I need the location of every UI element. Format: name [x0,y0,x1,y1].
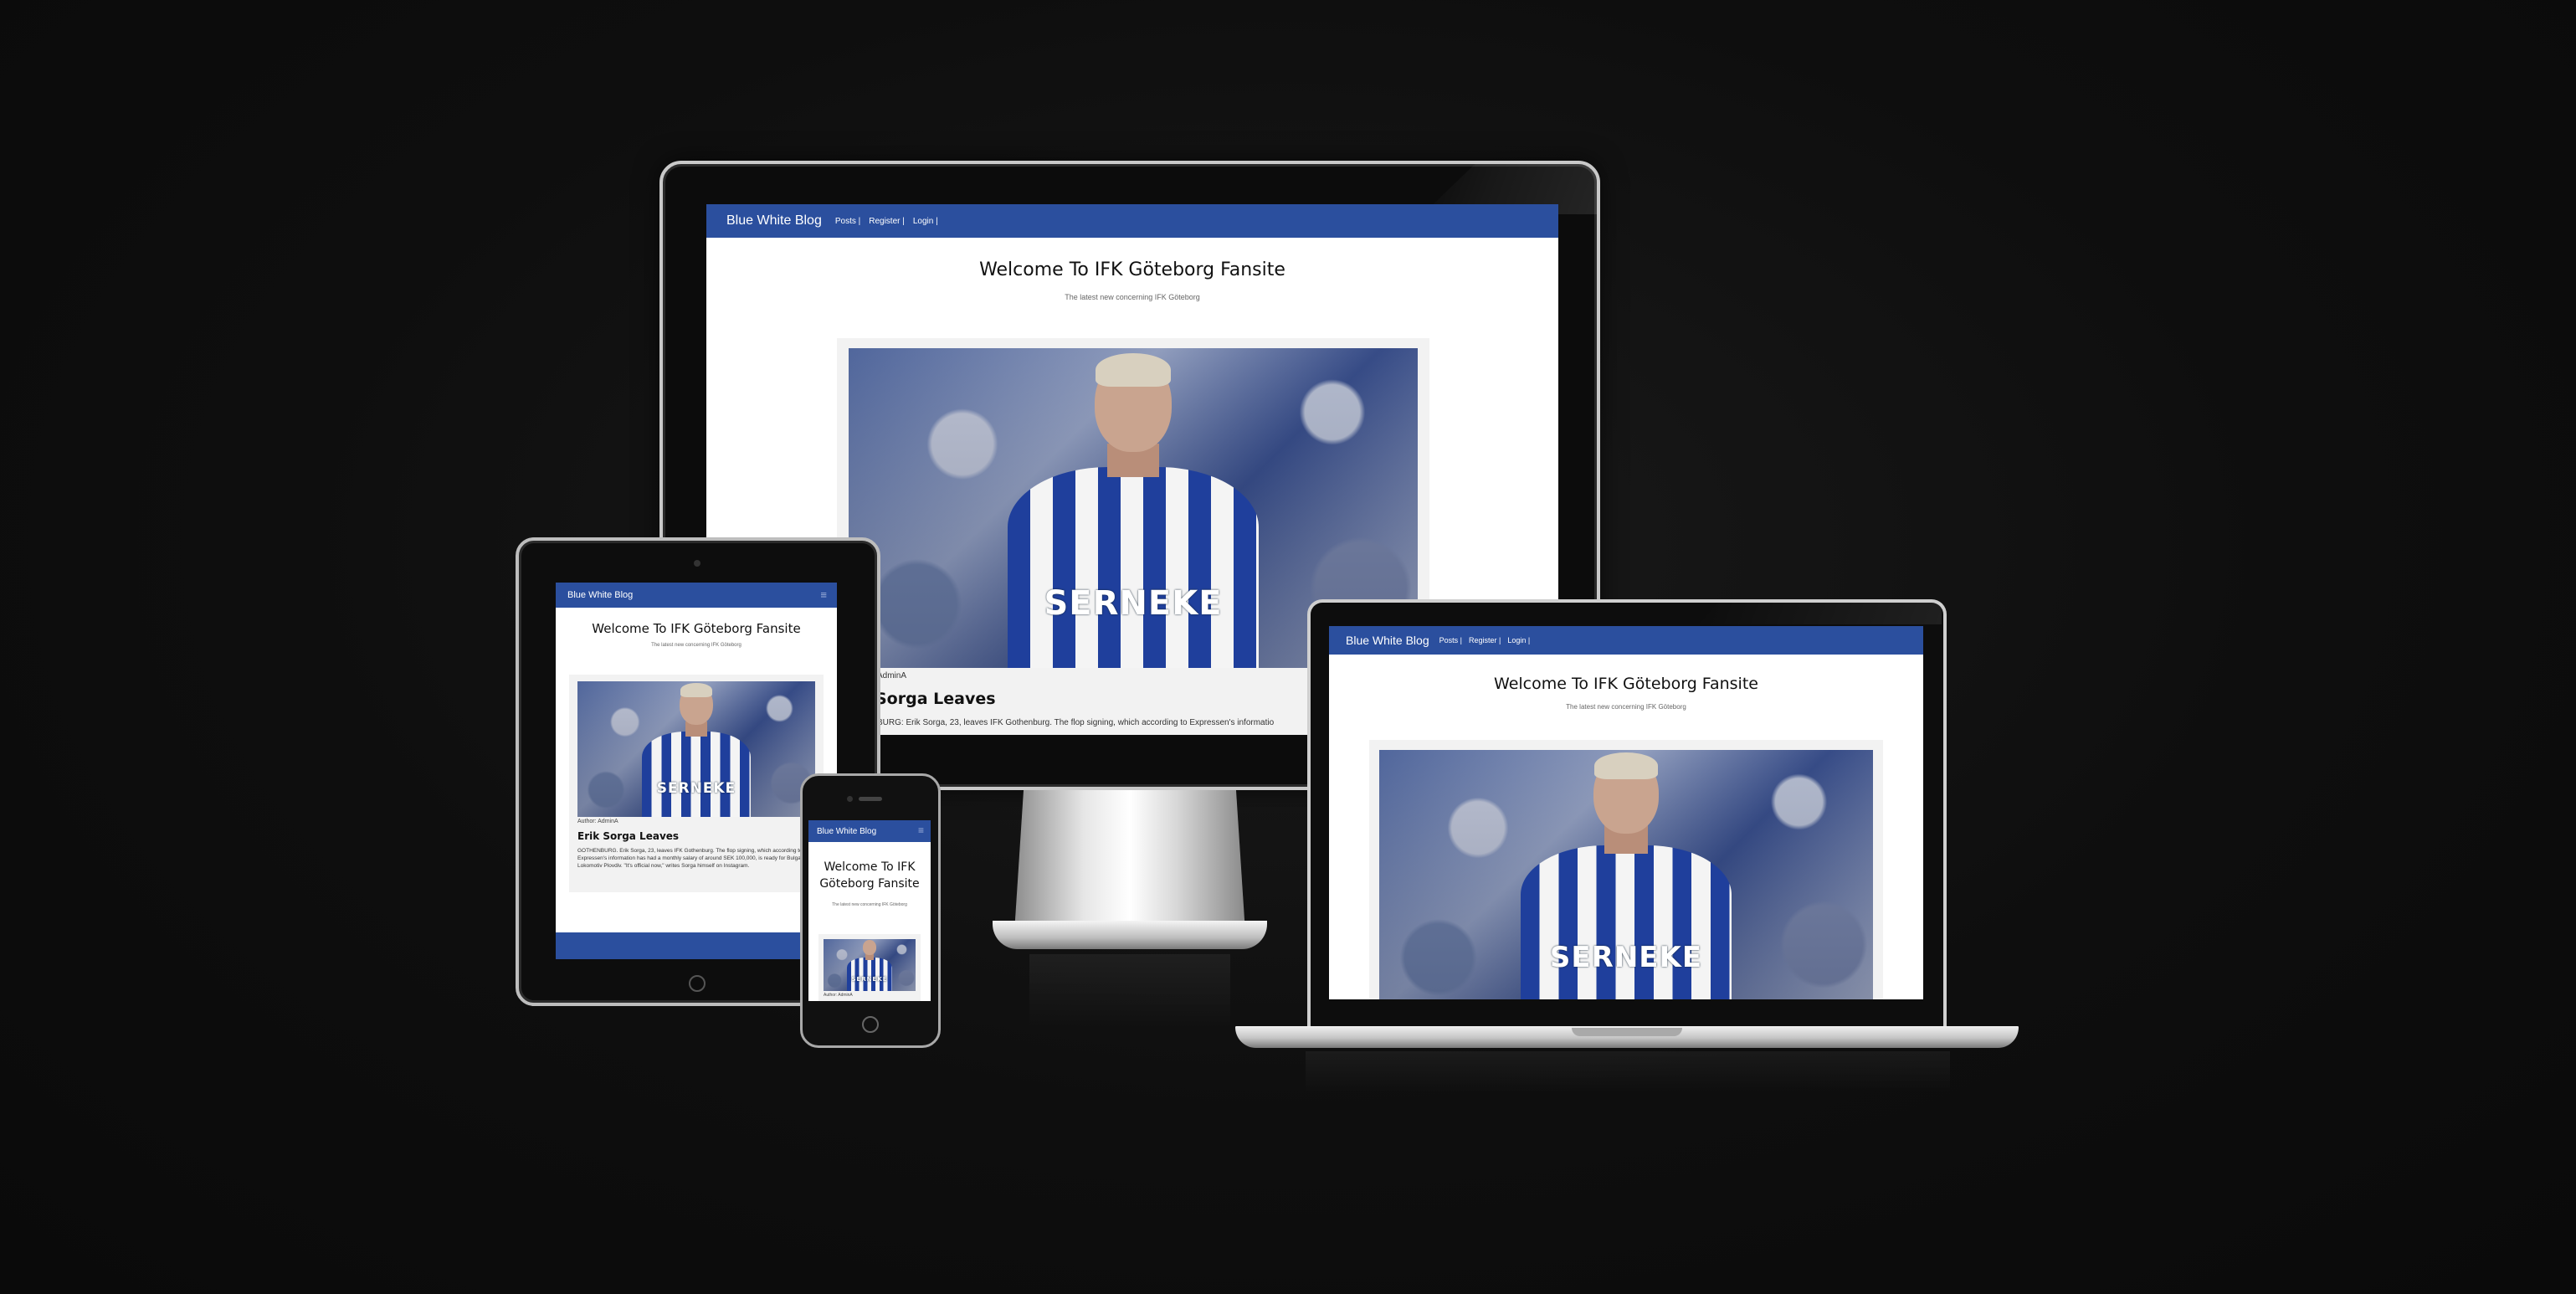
phone-camera-icon [847,796,853,802]
phone-screen: Blue White Blog ≡ Welcome To IFK Götebor… [808,820,931,1001]
tablet-page-title: Welcome To IFK Göteborg Fansite [592,621,801,636]
phone-post-image: SERNEKE [824,939,916,991]
laptop-post-card[interactable]: SERNEKE [1369,740,1883,999]
laptop-reflection [1306,1051,1950,1093]
laptop-navbar: Blue White Blog Posts | Register | Login… [1329,626,1923,655]
tablet-post-card[interactable]: SERNEKE Author: AdminA Erik Sorga Leaves… [569,675,824,892]
nav-login-link[interactable]: Login | [913,217,938,226]
phone-home-button[interactable] [862,1016,879,1033]
tablet-post-image: SERNEKE [577,681,815,817]
laptop-page-title: Welcome To IFK Göteborg Fansite [1494,675,1758,693]
tablet-page-subtitle: The latest new concerning IFK Göteborg [651,643,741,648]
laptop-nav-posts-link[interactable]: Posts | [1439,636,1462,644]
phone-navbar: Blue White Blog ≡ [808,820,931,842]
laptop-post-image: SERNEKE [1379,750,1873,999]
tablet-post-author: Author: AdminA [577,819,618,824]
tablet-post-excerpt: GOTHENBURG. Erik Sorga, 23, leaves IFK G… [577,848,810,869]
phone-jersey-sponsor: SERNEKE [851,976,888,983]
laptop-page-subtitle: The latest new concerning IFK Göteborg [1566,703,1686,711]
phone-post-author: Author: AdminA [824,993,853,998]
tablet-footer [556,932,837,959]
laptop-notch [1572,1028,1682,1036]
phone-menu-icon[interactable]: ≡ [918,824,924,836]
tablet-navbar: Blue White Blog ≡ [556,583,837,608]
laptop-brand-link[interactable]: Blue White Blog [1346,634,1429,647]
laptop-screen: Blue White Blog Posts | Register | Login… [1329,626,1923,999]
jersey-sponsor: SERNEKE [1044,584,1223,623]
tablet-menu-icon[interactable]: ≡ [820,588,827,601]
laptop-jersey-sponsor: SERNEKE [1549,941,1703,974]
brand-link[interactable]: Blue White Blog [726,213,822,229]
tablet-camera-icon [694,560,700,567]
post-author: AdminA [877,671,907,680]
post-title[interactable]: Sorga Leaves [875,690,996,708]
phone-page-title: Welcome To IFK Göteborg Fansite [819,860,920,891]
tablet-jersey-sponsor: SERNEKE [656,780,736,797]
monitor-stand-neck [1014,790,1245,932]
phone-post-card[interactable]: SERNEKE Author: AdminA [818,934,921,1001]
nav-register-link[interactable]: Register | [869,217,905,226]
phone-speaker [859,797,882,801]
laptop-glare [1699,603,1942,624]
site-navbar: Blue White Blog Posts | Register | Login… [706,204,1558,238]
page-subtitle: The latest new concerning IFK Göteborg [1065,293,1200,301]
page-title: Welcome To IFK Göteborg Fansite [979,259,1285,280]
tablet-home-button[interactable] [689,975,706,992]
tablet-brand-link[interactable]: Blue White Blog [567,590,633,600]
phone-page-subtitle: The latest new concerning IFK Göteborg [832,902,907,907]
laptop-nav-login-link[interactable]: Login | [1507,636,1530,644]
monitor-stand-foot [993,921,1267,949]
phone-brand-link[interactable]: Blue White Blog [817,827,876,836]
laptop-nav-register-link[interactable]: Register | [1469,636,1501,644]
nav-posts-link[interactable]: Posts | [835,217,860,226]
monitor-reflection [1029,954,1230,1030]
tablet-post-title[interactable]: Erik Sorga Leaves [577,830,679,842]
tablet-screen: Blue White Blog ≡ Welcome To IFK Götebor… [556,583,837,959]
